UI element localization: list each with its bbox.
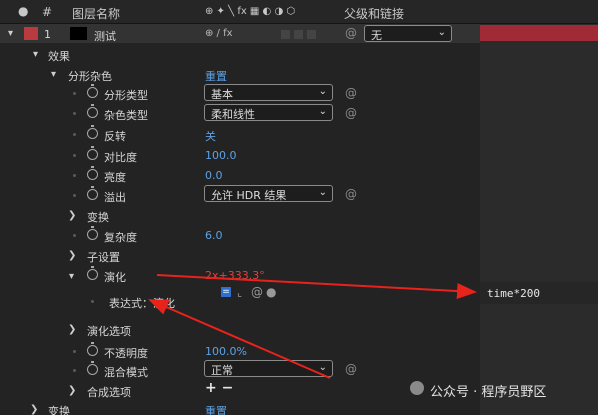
- arrow-to-expression-label: [148, 299, 331, 379]
- arrow-to-expression: [156, 274, 477, 300]
- annotation-arrows: [148, 274, 477, 379]
